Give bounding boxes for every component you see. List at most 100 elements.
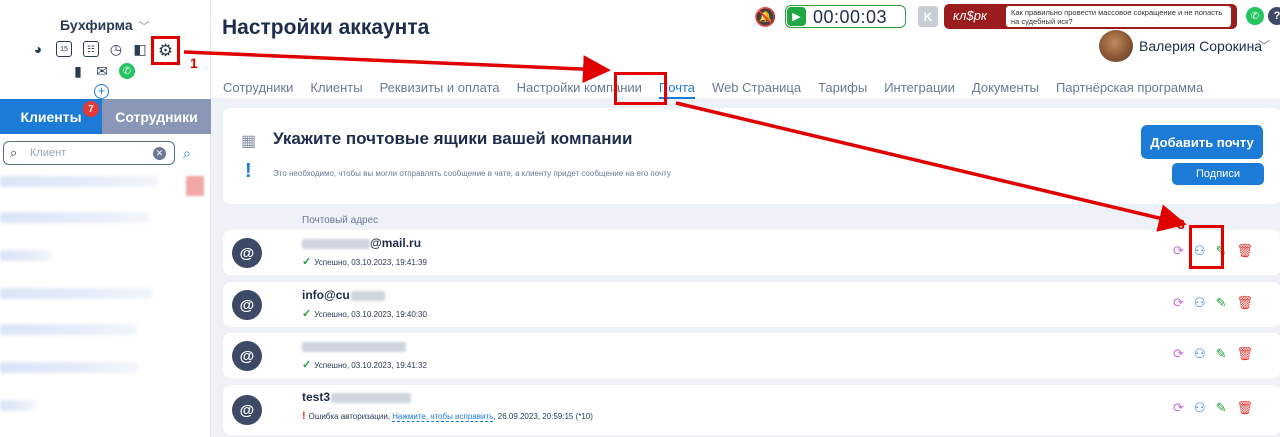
annotation-number-1: 1 (190, 55, 198, 71)
sync-icon[interactable]: ⟳ (1173, 400, 1184, 416)
add-mail-button[interactable]: Добавить почту (1141, 125, 1263, 159)
tab-clients-settings[interactable]: Клиенты (310, 80, 362, 95)
users-icon[interactable]: ⚇ (1194, 295, 1206, 311)
status-error: Ошибка авторизации, (308, 412, 391, 421)
error-icon: ! (302, 410, 306, 422)
users-icon[interactable]: ⚇ (1194, 400, 1206, 416)
task-list-icon[interactable]: ☷ (83, 41, 99, 57)
annotation-highlight-users-icon (1189, 225, 1224, 269)
tab-staff[interactable]: Сотрудники (102, 99, 211, 134)
app-window: Бухфирма ﹀ ◕ 15 ☷ ◷ ◧ ⚙ 1 ▮ ✉ ✆ + Клиенты… (0, 0, 1280, 437)
klerk-banner[interactable]: кл$рк Как правильно провести массовое со… (944, 4, 1237, 29)
users-icon[interactable]: ⚇ (1194, 346, 1206, 362)
chevron-down-icon[interactable]: ﹀ (1258, 37, 1270, 54)
table-row: @ @mail.ru ✓ Успешно, 03.10.2023, 19:41:3… (223, 230, 1280, 275)
fix-link[interactable]: Нажмите, чтобы исправить (392, 412, 494, 422)
delete-icon[interactable]: 🗑 (1236, 295, 1253, 311)
phone-icon[interactable]: ✆ (1246, 7, 1264, 25)
tab-clients-label: Клиенты (20, 108, 82, 125)
exclamation-icon: ! (245, 160, 252, 182)
tab-clients[interactable]: Клиенты 7 (0, 99, 102, 134)
check-icon: ✓ (302, 359, 312, 371)
row-actions: ⟳ ⚇ ✎ 🗑 (1173, 346, 1253, 362)
main-area: Настройки аккаунта 🔕 ▶ 00:00:03 K кл$рк … (211, 0, 1280, 437)
pie-chart-icon[interactable]: ◕ (30, 41, 46, 57)
list-item[interactable] (0, 250, 52, 261)
client-search-input[interactable]: ⌕ Клиент ✕ (3, 141, 175, 165)
list-item[interactable] (0, 400, 36, 411)
email-address: info@cu (302, 288, 385, 302)
mail-info-card (223, 108, 1280, 204)
status-line: ✓ Успешно, 03.10.2023, 19:41:32 (302, 358, 427, 371)
sync-icon[interactable]: ⟳ (1173, 295, 1184, 311)
list-item[interactable] (0, 324, 137, 335)
search-button-icon[interactable]: ⌕ (183, 145, 191, 162)
help-icon[interactable]: ? (1268, 7, 1280, 25)
sync-icon[interactable]: ⟳ (1173, 243, 1184, 259)
chevron-down-icon[interactable]: ﹀ (139, 21, 150, 33)
row-actions: ⟳ ⚇ ✎ 🗑 (1173, 400, 1253, 416)
settings-gear-icon[interactable]: ⚙ (151, 36, 180, 65)
masked-text (302, 238, 370, 249)
user-avatar[interactable] (1099, 30, 1133, 62)
sidebar: Бухфирма ﹀ ◕ 15 ☷ ◷ ◧ ⚙ 1 ▮ ✉ ✆ + Клиенты… (0, 0, 211, 437)
delete-icon[interactable]: 🗑 (1236, 400, 1253, 416)
edit-icon[interactable]: ✎ (1216, 400, 1227, 416)
email-avatar-icon: @ (232, 290, 262, 320)
delete-icon[interactable]: 🗑 (1236, 243, 1253, 259)
k-badge-icon[interactable]: K (918, 6, 938, 27)
signatures-button[interactable]: Подписи (1172, 163, 1264, 185)
list-item[interactable] (0, 176, 158, 187)
table-row: @ info@cu ✓ Успешно, 03.10.2023, 19:40:30… (223, 282, 1280, 327)
masked-text (331, 392, 412, 403)
book-icon[interactable]: ▮ (70, 63, 86, 79)
annotation-number-3: 3 (1177, 216, 1185, 232)
annotation-highlight-mail-tab (614, 72, 667, 105)
delete-icon[interactable]: 🗑 (1236, 346, 1253, 362)
card-title: Укажите почтовые ящики вашей компании (273, 129, 633, 148)
email-value: info@cu (302, 288, 350, 302)
status-line: ✓ Успешно, 03.10.2023, 19:41:39 (302, 255, 427, 268)
tab-requisites[interactable]: Реквизиты и оплата (380, 80, 500, 95)
page-title: Настройки аккаунта (222, 16, 430, 39)
status-line: ! Ошибка авторизации, Нажмите, чтобы испр… (302, 410, 593, 422)
edit-icon[interactable]: ✎ (1216, 346, 1227, 362)
panel-icon[interactable]: ◧ (132, 41, 148, 57)
table-row: @ test3 ! Ошибка авторизации, Нажмите, чт… (223, 385, 1280, 435)
status-line: ✓ Успешно, 03.10.2023, 19:40:30 (302, 307, 427, 320)
avatar (186, 176, 204, 196)
check-icon: ✓ (302, 256, 312, 268)
add-icon[interactable]: + (94, 84, 109, 99)
tab-tariffs[interactable]: Тарифы (818, 80, 867, 95)
tab-partner-program[interactable]: Партнёрская программа (1056, 80, 1203, 95)
search-icon: ⌕ (10, 145, 18, 160)
bell-muted-icon[interactable]: 🔕 (754, 7, 776, 28)
status-tail: , 26.09.2023, 20:59:15 (*10) (493, 412, 593, 421)
clear-icon[interactable]: ✕ (153, 147, 166, 160)
email-avatar-icon: @ (232, 341, 262, 371)
email-value: @mail.ru (370, 236, 422, 250)
timer-value: 00:00:03 (813, 7, 888, 27)
company-name: Бухфирма (60, 17, 133, 33)
user-name[interactable]: Валерия Сорокина (1139, 38, 1262, 54)
clients-count-badge: 7 (83, 101, 99, 117)
email-address (302, 339, 406, 353)
clock-icon[interactable]: ◷ (108, 41, 124, 57)
tab-integrations[interactable]: Интеграции (884, 80, 955, 95)
edit-icon[interactable]: ✎ (1216, 295, 1227, 311)
mail-icon[interactable]: ✉ (94, 63, 110, 79)
row-actions: ⟳ ⚇ ✎ 🗑 (1173, 295, 1253, 311)
list-item[interactable] (0, 362, 138, 373)
list-item[interactable] (0, 288, 152, 299)
sync-icon[interactable]: ⟳ (1173, 346, 1184, 362)
whatsapp-icon[interactable]: ✆ (119, 63, 135, 79)
tab-staff-settings[interactable]: Сотрудники (223, 80, 293, 95)
company-switcher[interactable]: Бухфирма ﹀ (60, 17, 150, 34)
check-icon: ✓ (302, 308, 312, 320)
play-icon[interactable]: ▶ (787, 7, 806, 26)
call-timer[interactable]: ▶ 00:00:03 (785, 5, 906, 28)
calendar-icon[interactable]: 15 (56, 41, 72, 57)
tab-web-page[interactable]: Web Страница (712, 80, 801, 95)
list-item[interactable] (0, 212, 150, 223)
tab-documents[interactable]: Документы (972, 80, 1039, 95)
